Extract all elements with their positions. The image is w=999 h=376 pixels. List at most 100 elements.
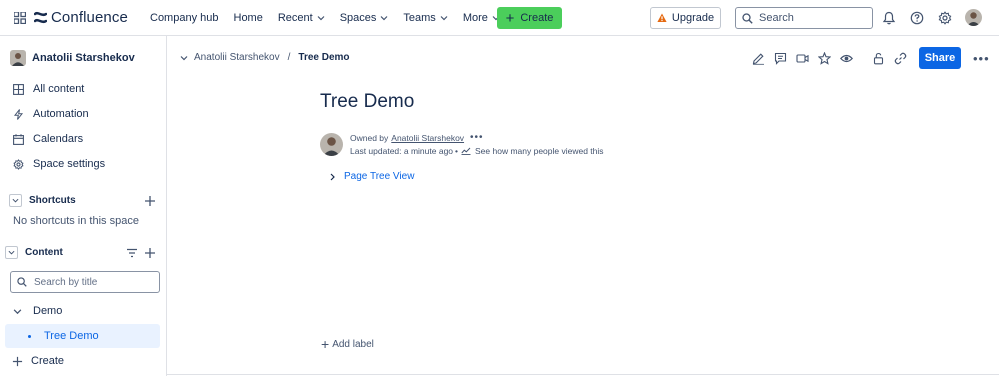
grid-icon xyxy=(13,83,24,95)
nav-label: Company hub xyxy=(150,12,219,24)
page-tree-view-label: Page Tree View xyxy=(344,171,415,182)
space-avatar xyxy=(10,50,26,66)
filter-icon[interactable] xyxy=(126,247,138,259)
search-placeholder: Search xyxy=(759,12,794,24)
chevron-down-icon[interactable] xyxy=(5,246,18,259)
search-by-title-placeholder: Search by title xyxy=(34,276,98,288)
share-label: Share xyxy=(924,52,956,64)
tree-item-label: Tree Demo xyxy=(44,330,99,342)
space-sidebar: Anatolii Starshekov All content Automati… xyxy=(0,36,167,376)
apps-grid-icon[interactable] xyxy=(14,12,26,24)
upgrade-label: Upgrade xyxy=(671,12,715,24)
breadcrumb-page-link[interactable]: Tree Demo xyxy=(298,52,349,63)
upgrade-button[interactable]: Upgrade xyxy=(650,7,721,29)
chevron-down-icon[interactable] xyxy=(9,194,22,207)
plus-icon: + xyxy=(505,9,515,27)
page-title: Tree Demo xyxy=(320,91,415,112)
nav-spaces[interactable]: Spaces xyxy=(340,12,389,24)
chevron-down-icon xyxy=(317,16,325,21)
create-label: Create xyxy=(31,355,65,367)
plus-icon: + xyxy=(321,336,330,352)
last-updated-line: Last updated: a minute ago • See how man… xyxy=(350,146,604,156)
nav-teams[interactable]: Teams xyxy=(403,12,448,24)
restrictions-icon[interactable] xyxy=(872,52,885,65)
search-icon xyxy=(742,12,753,24)
nav-label: Teams xyxy=(403,12,436,24)
sidebar-item-space-settings[interactable]: Space settings xyxy=(13,158,105,170)
bullet-icon xyxy=(28,334,31,338)
space-header[interactable]: Anatolii Starshekov xyxy=(10,50,135,66)
breadcrumb-space-link[interactable]: Anatolii Starshekov xyxy=(194,52,280,63)
breadcrumb-separator: / xyxy=(287,52,291,63)
analytics-icon xyxy=(461,147,471,155)
settings-icon[interactable] xyxy=(938,11,952,25)
page-views-link[interactable]: See how many people viewed this xyxy=(461,146,604,156)
plus-icon xyxy=(12,356,23,366)
warning-icon xyxy=(657,13,667,22)
comment-icon[interactable] xyxy=(774,52,787,65)
owner-more-icon[interactable]: ••• xyxy=(470,132,484,143)
gear-icon xyxy=(13,158,24,170)
page-views-label: See how many people viewed this xyxy=(475,146,604,156)
sidebar-item-label: Space settings xyxy=(33,158,106,170)
sidebar-create-button[interactable]: Create xyxy=(12,355,64,367)
nav-label: Recent xyxy=(277,12,313,24)
chevron-down-icon xyxy=(440,16,448,21)
add-label-button[interactable]: + Add label xyxy=(321,337,374,351)
lightning-icon xyxy=(13,108,24,120)
shortcuts-heading: Shortcuts xyxy=(29,195,76,206)
search-icon xyxy=(17,277,27,287)
bell-icon[interactable] xyxy=(882,11,896,25)
search-by-title-input[interactable]: Search by title xyxy=(10,271,160,293)
space-name: Anatolii Starshekov xyxy=(32,52,135,64)
add-shortcut-icon[interactable] xyxy=(144,195,156,207)
chevron-down-icon xyxy=(380,16,388,21)
help-icon[interactable] xyxy=(910,11,924,25)
tree-item-tree-demo[interactable]: Tree Demo xyxy=(5,324,160,348)
shortcuts-section-header[interactable]: Shortcuts xyxy=(9,194,76,207)
owner-avatar[interactable] xyxy=(320,133,343,156)
confluence-logo[interactable]: Confluence xyxy=(34,9,128,26)
chevron-down-icon[interactable] xyxy=(180,54,188,62)
nav-label: Home xyxy=(233,12,263,24)
sidebar-item-all-content[interactable]: All content xyxy=(13,83,84,95)
owned-by-line: Owned by Anatolii Starshekov ••• xyxy=(350,132,484,143)
more-actions-icon[interactable]: ••• xyxy=(973,51,990,66)
confluence-logo-icon xyxy=(34,11,47,24)
video-icon[interactable] xyxy=(796,52,809,65)
create-label: Create xyxy=(520,12,554,24)
owned-by-prefix: Owned by xyxy=(350,132,389,143)
product-name: Confluence xyxy=(51,9,128,26)
chevron-down-icon[interactable] xyxy=(13,307,22,316)
calendar-icon xyxy=(13,133,24,145)
share-button[interactable]: Share xyxy=(919,47,961,69)
edit-icon[interactable] xyxy=(752,52,765,65)
nav-recent[interactable]: Recent xyxy=(278,12,325,24)
copy-link-icon[interactable] xyxy=(894,52,907,65)
sidebar-item-automation[interactable]: Automation xyxy=(13,108,89,120)
watch-icon[interactable] xyxy=(840,52,853,65)
nav-more[interactable]: More xyxy=(463,12,500,24)
top-nav: Company hub Home Recent Spaces Teams Mor… xyxy=(150,0,515,36)
content-section-header[interactable]: Content xyxy=(5,246,63,259)
sidebar-item-label: All content xyxy=(33,83,85,95)
tree-item-label: Demo xyxy=(33,305,63,317)
nav-company-hub[interactable]: Company hub xyxy=(150,12,219,24)
nav-home[interactable]: Home xyxy=(234,12,263,24)
star-icon[interactable] xyxy=(818,52,831,65)
sidebar-item-calendars[interactable]: Calendars xyxy=(13,133,83,145)
owner-link[interactable]: Anatolii Starshekov xyxy=(391,133,464,143)
search-input[interactable]: Search xyxy=(735,7,873,29)
page-tree-view-macro[interactable]: Page Tree View xyxy=(329,171,414,182)
sidebar-item-label: Automation xyxy=(33,108,89,120)
add-label-text: Add label xyxy=(332,338,374,350)
tree-item-demo[interactable]: Demo xyxy=(13,305,62,317)
sidebar-item-label: Calendars xyxy=(33,133,84,145)
breadcrumb: Anatolii Starshekov / Tree Demo xyxy=(180,52,350,63)
create-button[interactable]: + Create xyxy=(497,7,562,29)
divider xyxy=(167,374,999,375)
add-content-icon[interactable] xyxy=(144,247,156,259)
last-updated-text: Last updated: a minute ago xyxy=(350,146,454,156)
profile-avatar[interactable] xyxy=(965,9,982,26)
chevron-right-icon xyxy=(330,173,335,180)
